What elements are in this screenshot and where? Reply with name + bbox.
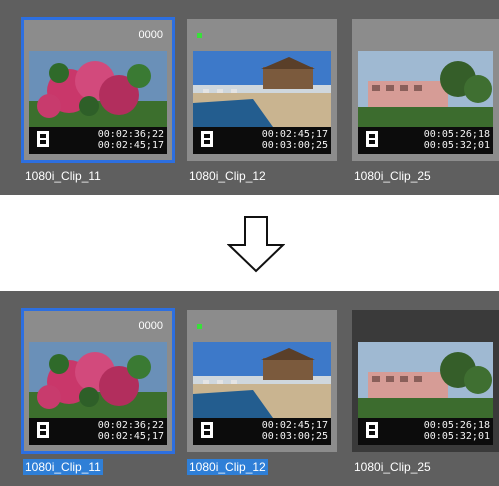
clip-header (187, 310, 337, 342)
clip-header: 0000 (23, 310, 173, 342)
clip-image-hotel (358, 51, 493, 127)
timecode-in: 00:05:26;18 (423, 129, 490, 140)
timecode-in: 00:05:26;18 (423, 420, 490, 431)
timecode: 00:02:45;17 00:03:00;25 (262, 420, 328, 442)
clip-image-flowers (29, 51, 167, 127)
clip-name[interactable]: 1080i_Clip_25 (352, 168, 433, 184)
timecode: 00:05:26;18 00:05:32;01 (424, 420, 490, 442)
timecode-out: 00:02:45;17 (97, 431, 164, 442)
timecode-out: 00:05:32;01 (423, 431, 490, 442)
timecode-in: 00:02:36;22 (97, 420, 164, 431)
clip-image-flowers (29, 342, 167, 418)
timecode-out: 00:03:00;25 (261, 140, 328, 151)
green-flag-icon (197, 324, 202, 329)
clip-header (352, 310, 499, 342)
clip-frame: 00:05:26;18 00:05:32;01 (358, 342, 493, 445)
clip-image-hotel (358, 342, 493, 418)
clip-frame: 00:02:45;17 00:03:00;25 (193, 342, 331, 445)
clip-frame: 00:05:26;18 00:05:32;01 (358, 51, 493, 154)
clip-thumbnail-1080i-clip-12[interactable]: 00:02:45;17 00:03:00;25 (187, 19, 337, 161)
timecode-in: 00:02:36;22 (97, 129, 164, 140)
timecode-in: 00:02:45;17 (261, 129, 328, 140)
clip-frame: 00:02:36;22 00:02:45;17 (29, 342, 167, 445)
clip-thumbnail-1080i-clip-12[interactable]: 00:02:45;17 00:03:00;25 (187, 310, 337, 452)
clip-header: 0000 (23, 19, 173, 51)
clip-code: 0000 (138, 320, 163, 332)
clip-thumbnail-1080i-clip-25[interactable]: 00:05:26;18 00:05:32;01 (352, 310, 499, 452)
green-flag-icon (197, 33, 202, 38)
clip-header (352, 19, 499, 51)
film-strip-icon (201, 422, 213, 438)
clip-bin-after: 0000 00:02:36;22 00:02:45;17 00:02:45;17… (0, 291, 499, 486)
film-strip-icon (37, 422, 49, 438)
timecode: 00:02:36;22 00:02:45;17 (98, 420, 164, 442)
clip-name[interactable]: 1080i_Clip_25 (352, 459, 433, 475)
timecode-out: 00:05:32;01 (423, 140, 490, 151)
timecode-in: 00:02:45;17 (261, 420, 328, 431)
clip-image-beach (193, 342, 331, 418)
clip-name-selected[interactable]: 1080i_Clip_11 (23, 459, 103, 475)
clip-bin-before: 0000 00:02:36;22 00:02:45;17 00:02:45;17… (0, 0, 499, 195)
timecode: 00:05:26;18 00:05:32;01 (424, 129, 490, 151)
clip-image-beach (193, 51, 331, 127)
clip-code: 0000 (138, 29, 163, 41)
film-strip-icon (201, 131, 213, 147)
timecode: 00:02:45;17 00:03:00;25 (262, 129, 328, 151)
timecode-out: 00:03:00;25 (261, 431, 328, 442)
down-arrow-icon (227, 216, 285, 273)
timecode-out: 00:02:45;17 (97, 140, 164, 151)
clip-name[interactable]: 1080i_Clip_12 (187, 168, 268, 184)
clip-thumbnail-1080i-clip-25[interactable]: 00:05:26;18 00:05:32;01 (352, 19, 499, 161)
film-strip-icon (37, 131, 49, 147)
clip-frame: 00:02:36;22 00:02:45;17 (29, 51, 167, 154)
clip-frame: 00:02:45;17 00:03:00;25 (193, 51, 331, 154)
timecode: 00:02:36;22 00:02:45;17 (98, 129, 164, 151)
clip-name[interactable]: 1080i_Clip_11 (23, 168, 103, 184)
clip-thumbnail-1080i-clip-11[interactable]: 0000 00:02:36;22 00:02:45;17 (21, 308, 175, 454)
clip-header (187, 19, 337, 51)
film-strip-icon (366, 131, 378, 147)
clip-thumbnail-1080i-clip-11[interactable]: 0000 00:02:36;22 00:02:45;17 (21, 17, 175, 163)
clip-name-selected[interactable]: 1080i_Clip_12 (187, 459, 268, 475)
film-strip-icon (366, 422, 378, 438)
